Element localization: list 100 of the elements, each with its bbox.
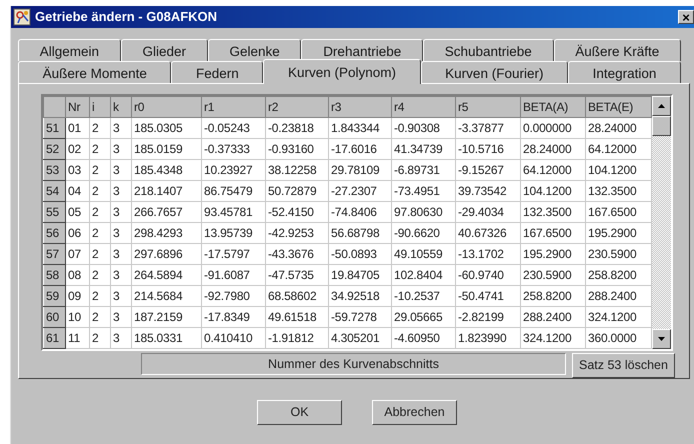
row-header[interactable]: 54 [44, 180, 66, 202]
table-cell: 1.843344 [328, 118, 392, 138]
table-cell: 41.34739 [392, 138, 456, 160]
ok-button[interactable]: OK [257, 400, 342, 425]
delete-button[interactable]: Satz 53 löschen [572, 353, 675, 378]
table-cell: -27.2307 [328, 180, 392, 202]
table-cell: -52.4150 [266, 202, 328, 222]
up-arrow-icon [658, 104, 665, 108]
table-cell: 2 [90, 222, 110, 244]
cancel-button[interactable]: Abbrechen [372, 400, 457, 425]
scroll-up-button[interactable] [652, 96, 671, 116]
table-cell: 264.5894 [132, 264, 202, 286]
tab[interactable]: Federn [171, 61, 264, 83]
scrollbar[interactable] [652, 96, 671, 349]
table-cell: 2 [90, 180, 110, 202]
column-header: k [110, 96, 132, 118]
table-cell: 0.410410 [202, 328, 266, 348]
column-header: i [90, 96, 110, 118]
table-cell: -50.4741 [456, 286, 520, 306]
table-cell: 34.92518 [328, 286, 392, 306]
table-cell: 4.305201 [328, 328, 392, 348]
row-header[interactable]: 51 [44, 118, 66, 138]
table-cell: 38.12258 [266, 160, 328, 180]
table-cell: 28.24000 [520, 138, 586, 160]
table-cell: 09 [66, 286, 90, 306]
table-cell: -1.91812 [266, 328, 328, 348]
table-cell: 3 [110, 286, 132, 306]
tab[interactable]: Gelenke [208, 39, 302, 61]
tab[interactable]: Kurven (Polynom) [263, 59, 421, 84]
table-cell: 49.10559 [392, 244, 456, 264]
tab[interactable]: Kurven (Fourier) [420, 61, 568, 83]
column-header: r1 [202, 96, 266, 118]
table-cell: 29.05665 [392, 306, 456, 328]
column-header: r0 [132, 96, 202, 118]
table-cell: 0.000000 [520, 118, 586, 138]
column-header: Nr [66, 96, 90, 118]
table-cell: -29.4034 [456, 202, 520, 222]
row-header[interactable]: 58 [44, 264, 66, 286]
tab[interactable]: Äußere Momente [18, 61, 172, 83]
column-header: BETA(E) [586, 96, 652, 118]
table-cell: 01 [66, 118, 90, 138]
column-header: BETA(A) [520, 96, 586, 118]
row-header[interactable]: 52 [44, 138, 66, 160]
table-cell: -0.37333 [202, 138, 266, 160]
table-cell: 3 [110, 180, 132, 202]
table-cell: 3 [110, 160, 132, 180]
close-button[interactable]: × [678, 10, 694, 24]
table-cell: 288.2400 [520, 306, 586, 328]
table-cell: 3 [110, 138, 132, 160]
table-cell: 10.23927 [202, 160, 266, 180]
table-cell: 2 [90, 202, 110, 222]
table-cell: 13.95739 [202, 222, 266, 244]
table-cell: -0.90308 [392, 118, 456, 138]
scroll-thumb[interactable] [652, 116, 671, 136]
table-cell: 258.8200 [520, 286, 586, 306]
table-cell: -74.8406 [328, 202, 392, 222]
table-cell: 187.2159 [132, 306, 202, 328]
table-cell: 06 [66, 222, 90, 244]
table-cell: -60.9740 [456, 264, 520, 286]
table-cell: 50.72879 [266, 180, 328, 202]
row-header[interactable]: 55 [44, 202, 66, 222]
row-header[interactable]: 56 [44, 222, 66, 244]
tab[interactable]: Glieder [120, 39, 208, 61]
row-header[interactable]: 59 [44, 286, 66, 306]
tab[interactable]: Äußere Kräfte [554, 39, 681, 61]
table-cell: 185.0331 [132, 328, 202, 348]
column-header: r2 [266, 96, 328, 118]
tab[interactable]: Drehantriebe [301, 39, 423, 61]
table-cell: 2 [90, 264, 110, 286]
scroll-down-button[interactable] [652, 329, 671, 349]
table-cell: -47.5735 [266, 264, 328, 286]
app-icon [13, 8, 31, 26]
table-cell: 19.84705 [328, 264, 392, 286]
table-cell: -43.3676 [266, 244, 328, 264]
table-cell: 3 [110, 118, 132, 138]
table-cell: -3.37877 [456, 118, 520, 138]
table-cell: 08 [66, 264, 90, 286]
table-cell: 167.6500 [520, 222, 586, 244]
table-cell: 2 [90, 286, 110, 306]
table-cell: 230.5900 [520, 264, 586, 286]
table-cell: 05 [66, 202, 90, 222]
tab[interactable]: Schubantriebe [422, 39, 554, 61]
table-cell: 214.5684 [132, 286, 202, 306]
tab[interactable]: Integration [568, 61, 681, 83]
table-cell: 185.0305 [132, 118, 202, 138]
window-title: Getriebe ändern - G08AFKON [35, 8, 218, 26]
table-cell: 297.6896 [132, 244, 202, 264]
row-header[interactable]: 60 [44, 306, 66, 328]
table-cell: 2 [90, 160, 110, 180]
column-header: r3 [328, 96, 392, 118]
row-header[interactable]: 53 [44, 160, 66, 180]
table-cell: -2.82199 [456, 306, 520, 328]
table-cell: -90.6620 [392, 222, 456, 244]
tab[interactable]: Allgemein [18, 39, 121, 61]
row-header[interactable]: 61 [44, 328, 66, 348]
table-cell: 298.4293 [132, 222, 202, 244]
table-cell: 3 [110, 202, 132, 222]
table-cell: 2 [90, 306, 110, 328]
row-header[interactable]: 57 [44, 244, 66, 264]
table-cell: 3 [110, 244, 132, 264]
